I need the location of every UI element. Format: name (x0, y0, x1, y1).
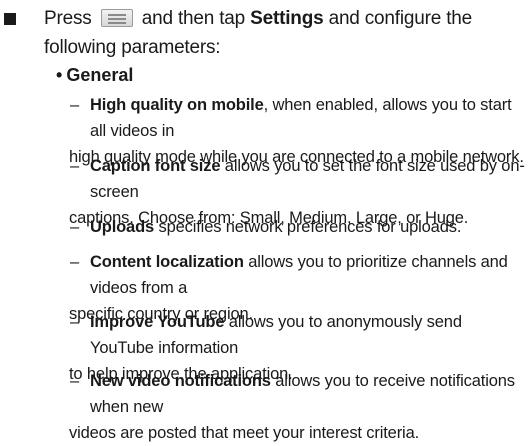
list-item-uploads: – Uploads specifies network preferences … (70, 214, 526, 240)
item-term: New video notifications (90, 372, 271, 390)
section-title: General (66, 65, 134, 85)
item-term: Uploads (90, 218, 155, 236)
item-term: High quality on mobile (90, 96, 264, 114)
dash-bullet-icon: – (70, 218, 80, 236)
item-term: Caption font size (90, 157, 221, 175)
intro-press-text: Press (44, 8, 92, 29)
item-text-continued: videos are posted that meet your interes… (69, 424, 420, 442)
item-term: Improve YouTube (90, 313, 225, 331)
square-bullet-icon (4, 13, 16, 25)
dash-bullet-icon: – (70, 372, 80, 390)
dash-bullet-icon: – (70, 96, 80, 114)
intro-paragraph: Press and then tap Settings and configur… (44, 4, 524, 62)
intro-middle-text: and then tap (141, 8, 246, 29)
settings-term: Settings (250, 8, 324, 29)
dash-bullet-icon: – (70, 313, 80, 331)
dash-bullet-icon: – (70, 157, 80, 175)
item-text: specifies network preferences for upload… (154, 218, 462, 236)
dash-bullet-icon: – (70, 253, 80, 271)
round-bullet-icon: • (56, 65, 63, 85)
document-page: Press and then tap Settings and configur… (0, 0, 530, 442)
item-term: Content localization (90, 253, 244, 271)
section-heading-general: • General (56, 63, 133, 87)
list-item-new-video-notifications: – New video notifications allows you to … (69, 368, 526, 446)
menu-key-icon (100, 9, 133, 27)
